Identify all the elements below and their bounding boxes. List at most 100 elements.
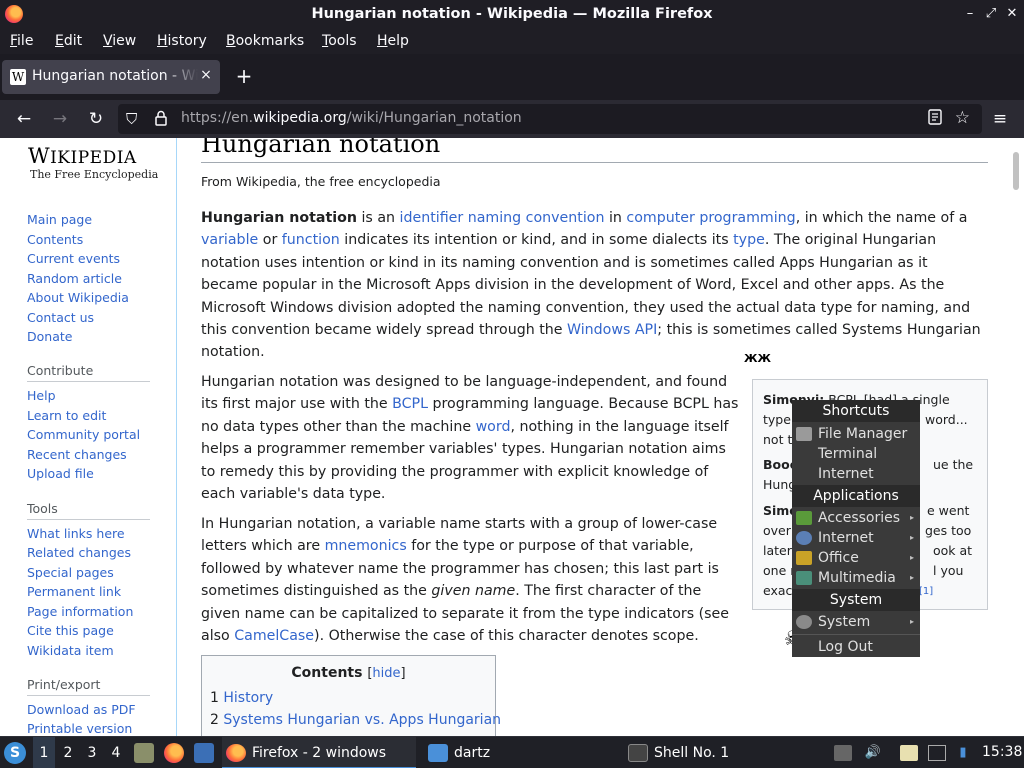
- quote-line: one r: [763, 563, 796, 578]
- wikipedia-wordmark: WIKIPEDIA: [28, 144, 137, 168]
- sidebar-link-what-links-here[interactable]: What links here: [27, 526, 125, 541]
- quote-reference-link[interactable]: [1]: [919, 582, 933, 602]
- menu-item-terminal[interactable]: Terminal: [792, 444, 920, 464]
- lock-icon[interactable]: [154, 110, 170, 128]
- desktop-root-menu: Shortcuts File Manager Terminal Internet…: [792, 400, 920, 657]
- sidebar-link-page-information[interactable]: Page information: [27, 604, 133, 619]
- tab-hungarian-notation[interactable]: W Hungarian notation - Wikipedia ×: [2, 60, 220, 94]
- menu-item-multimedia[interactable]: Multimedia ▸: [792, 568, 920, 588]
- sidebar-link-cite-this-page[interactable]: Cite this page: [27, 623, 114, 638]
- sidebar-link-learn-to-edit[interactable]: Learn to edit: [27, 408, 106, 423]
- quote-line: not t: [763, 432, 793, 447]
- back-arrow-icon[interactable]: ←: [14, 109, 34, 129]
- task-dartz[interactable]: dartz: [424, 737, 614, 768]
- sidebar-link-download-pdf[interactable]: Download as PDF: [27, 702, 136, 717]
- sidebar-link-about[interactable]: About Wikipedia: [27, 290, 129, 305]
- new-tab-button[interactable]: +: [234, 66, 254, 86]
- quote-line-tail: ue the: [933, 457, 974, 472]
- url-text[interactable]: https://en.wikipedia.org/wiki/Hungarian_…: [181, 110, 522, 126]
- menu-item-log-out[interactable]: Log Out: [792, 637, 920, 657]
- link-camelcase[interactable]: CamelCase: [234, 628, 314, 644]
- article-paragraph-3: In Hungarian notation, a variable name s…: [201, 516, 730, 645]
- maximize-button[interactable]: ⤢: [983, 5, 999, 23]
- sidebar-divider: [27, 695, 150, 696]
- forward-arrow-icon[interactable]: →: [50, 109, 70, 129]
- sidebar-link-special-pages[interactable]: Special pages: [27, 565, 114, 580]
- workspace-1[interactable]: 1: [33, 737, 55, 768]
- tray-notes-icon[interactable]: [900, 745, 918, 761]
- toc-item-history[interactable]: 1 History: [210, 690, 273, 706]
- sidebar-link-wikidata-item[interactable]: Wikidata item: [27, 643, 114, 658]
- sidebar-link-help[interactable]: Help: [27, 388, 56, 403]
- sidebar-link-donate[interactable]: Donate: [27, 329, 72, 344]
- navigation-toolbar: ← → ↻ ⛉ https://en.wikipedia.org/wiki/Hu…: [0, 100, 1024, 138]
- menu-item-system[interactable]: System ▸: [792, 612, 920, 632]
- minimize-button[interactable]: –: [962, 5, 978, 23]
- taskbar: S 1 2 3 4 Firefox - 2 windows dartz Shel…: [0, 736, 1024, 768]
- hamburger-menu-icon[interactable]: ≡: [990, 109, 1010, 129]
- link-windows-api[interactable]: Windows API: [567, 322, 657, 338]
- sidebar-link-current-events[interactable]: Current events: [27, 251, 120, 266]
- file-manager-launcher-icon[interactable]: [134, 743, 154, 763]
- tracking-shield-icon[interactable]: ⛉: [126, 110, 142, 128]
- link-type[interactable]: type: [733, 232, 765, 248]
- tab-close-button[interactable]: ×: [198, 67, 214, 85]
- wikipedia-favicon-icon: W: [10, 69, 26, 85]
- volume-icon[interactable]: 🔊: [864, 745, 882, 761]
- menu-bookmarks[interactable]: Bookmarks: [226, 33, 304, 49]
- sidebar-link-recent-changes[interactable]: Recent changes: [27, 447, 127, 462]
- sidebar-link-contact[interactable]: Contact us: [27, 310, 94, 325]
- article-paragraph-2: Hungarian notation was designed to be la…: [201, 374, 739, 503]
- sidebar-link-related-changes[interactable]: Related changes: [27, 545, 131, 560]
- menu-file[interactable]: File: [10, 33, 33, 49]
- url-bar[interactable]: ⛉ https://en.wikipedia.org/wiki/Hungaria…: [118, 104, 982, 134]
- accessories-icon: [796, 511, 812, 525]
- link-identifier-naming-convention[interactable]: identifier naming convention: [400, 210, 605, 226]
- wikipedia-logo[interactable]: WIKIPEDIA The Free Encyclopedia: [28, 144, 158, 181]
- sidebar-link-permanent-link[interactable]: Permanent link: [27, 584, 121, 599]
- tray-display-icon[interactable]: [928, 745, 946, 761]
- sidebar-link-main-page[interactable]: Main page: [27, 212, 92, 227]
- close-window-button[interactable]: ✕: [1004, 5, 1020, 23]
- menu-edit[interactable]: Edit: [55, 33, 82, 49]
- menu-item-internet-shortcut[interactable]: Internet: [792, 464, 920, 484]
- desktop-launcher-icon[interactable]: [194, 743, 214, 763]
- sidebar-link-contents[interactable]: Contents: [27, 232, 83, 247]
- reader-view-icon[interactable]: [928, 109, 942, 129]
- link-mnemonics[interactable]: mnemonics: [325, 538, 407, 554]
- sidebar-link-printable-version[interactable]: Printable version: [27, 721, 132, 736]
- firefox-launcher-icon[interactable]: [164, 743, 184, 763]
- tray-clipboard-icon[interactable]: [834, 745, 852, 761]
- workspace-4[interactable]: 4: [105, 737, 127, 768]
- toc-item-systems-vs-apps[interactable]: 2 Systems Hungarian vs. Apps Hungarian: [210, 712, 501, 728]
- link-function[interactable]: function: [282, 232, 340, 248]
- sidebar-link-upload-file[interactable]: Upload file: [27, 466, 94, 481]
- quote-line-tail: ook at: [933, 543, 973, 558]
- start-menu-icon[interactable]: S: [4, 742, 26, 764]
- task-firefox[interactable]: Firefox - 2 windows: [222, 737, 416, 768]
- menu-item-office[interactable]: Office ▸: [792, 548, 920, 568]
- menu-help[interactable]: Help: [377, 33, 409, 49]
- menu-item-accessories[interactable]: Accessories ▸: [792, 508, 920, 528]
- link-word[interactable]: word: [476, 419, 511, 435]
- menu-history[interactable]: History: [157, 33, 207, 49]
- page-scrollbar[interactable]: [1013, 152, 1019, 190]
- task-shell[interactable]: Shell No. 1: [624, 737, 824, 768]
- reload-icon[interactable]: ↻: [86, 109, 106, 129]
- sidebar-heading-tools: Tools: [27, 501, 58, 516]
- link-bcpl[interactable]: BCPL: [392, 396, 428, 412]
- workspace-3[interactable]: 3: [81, 737, 103, 768]
- link-variable[interactable]: variable: [201, 232, 258, 248]
- sidebar-link-random-article[interactable]: Random article: [27, 271, 122, 286]
- link-computer-programming[interactable]: computer programming: [626, 210, 795, 226]
- menu-item-file-manager[interactable]: File Manager: [792, 424, 920, 444]
- sidebar-link-community-portal[interactable]: Community portal: [27, 427, 140, 442]
- quote-line-tail: ges too: [925, 523, 972, 538]
- menu-view[interactable]: View: [103, 33, 136, 49]
- menu-tools[interactable]: Tools: [322, 33, 357, 49]
- menu-item-internet[interactable]: Internet ▸: [792, 528, 920, 548]
- toc-hide-link[interactable]: hide: [372, 666, 400, 681]
- workspace-2[interactable]: 2: [57, 737, 79, 768]
- bookmark-star-icon[interactable]: ☆: [955, 108, 970, 128]
- tray-network-icon[interactable]: ▮: [954, 745, 972, 761]
